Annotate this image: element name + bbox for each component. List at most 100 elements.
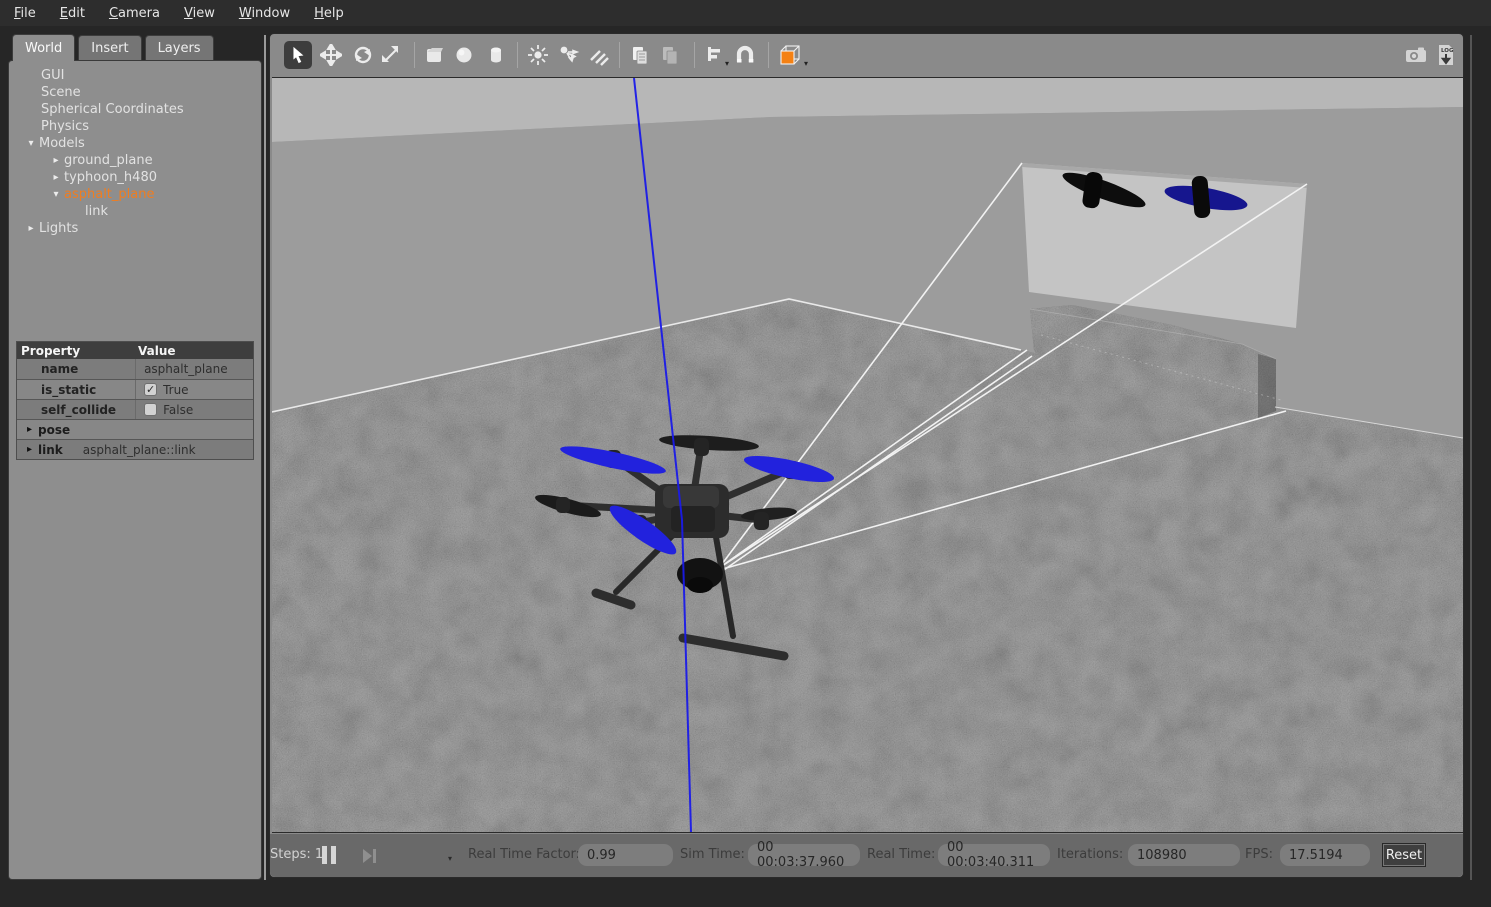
tool-point-light-button[interactable] xyxy=(524,41,552,69)
point-light-icon xyxy=(527,44,549,66)
render-toolbar: ▾ ▾ xyxy=(270,34,1463,77)
sim-time-label: Sim Time: xyxy=(680,847,745,862)
expander-icon-collapsed[interactable]: ▸ xyxy=(27,444,32,455)
directional-light-icon xyxy=(588,44,610,66)
tab-insert[interactable]: Insert xyxy=(78,35,141,60)
expander-icon-collapsed[interactable]: ▸ xyxy=(48,172,64,183)
tree-item-typhoon-h480[interactable]: ▸ typhoon_h480 xyxy=(11,169,259,186)
expander-icon-collapsed[interactable]: ▸ xyxy=(23,223,39,234)
sidebar-tabs: World Insert Layers xyxy=(12,35,214,61)
tree-item-scene[interactable]: Scene xyxy=(11,84,259,101)
steps-label[interactable]: Steps: 1 xyxy=(270,847,323,862)
checkbox-unchecked-icon[interactable] xyxy=(144,403,157,416)
property-row-pose[interactable]: ▸pose xyxy=(17,419,253,439)
tool-scale-button[interactable] xyxy=(377,41,405,69)
real-time-factor-label: Real Time Factor: xyxy=(468,847,580,862)
menu-window[interactable]: Window xyxy=(239,6,290,21)
reset-button[interactable]: Reset xyxy=(1382,843,1426,867)
panel-splitter[interactable] xyxy=(264,35,266,880)
scale-arrows-icon xyxy=(380,44,402,66)
render-panel: ▾ ▾ xyxy=(269,33,1464,878)
iterations-field[interactable]: 108980 xyxy=(1128,844,1240,866)
sim-time-field[interactable]: 00 00:03:37.960 xyxy=(748,844,860,866)
rotate-arrows-icon xyxy=(352,44,374,66)
property-table-header: Property Value xyxy=(17,342,253,359)
magnet-icon xyxy=(734,44,756,66)
expander-icon-collapsed[interactable]: ▸ xyxy=(48,155,64,166)
cursor-arrow-icon xyxy=(288,45,308,65)
view-angle-button[interactable]: ▾ xyxy=(776,41,804,69)
menu-view[interactable]: View xyxy=(184,6,215,21)
menu-file[interactable]: File xyxy=(14,6,36,21)
box-shape-icon xyxy=(423,44,445,66)
expander-icon-expanded[interactable]: ▾ xyxy=(23,138,39,149)
toolbar-separator xyxy=(517,42,518,68)
tool-select-button[interactable] xyxy=(284,41,312,69)
menu-bar: File Edit Camera View Window Help xyxy=(0,0,1491,26)
real-time-label: Real Time: xyxy=(867,847,935,862)
property-row-is-static[interactable]: is_static ✓True xyxy=(17,379,253,399)
toolbar-separator xyxy=(414,42,415,68)
real-time-factor-field[interactable]: 0.99 xyxy=(578,844,673,866)
asphalt-berm-face xyxy=(1258,354,1276,418)
tab-layers[interactable]: Layers xyxy=(145,35,214,60)
svg-text:LOG: LOG xyxy=(1441,48,1454,54)
tree-item-spherical-coordinates[interactable]: Spherical Coordinates xyxy=(11,101,259,118)
sphere-shape-icon xyxy=(453,44,475,66)
spot-light-icon xyxy=(558,44,580,66)
snap-button[interactable] xyxy=(731,41,759,69)
tree-item-lights[interactable]: ▸ Lights xyxy=(11,220,259,237)
menu-edit[interactable]: Edit xyxy=(60,6,85,21)
dropdown-caret-icon: ▾ xyxy=(725,59,729,68)
view-cube-icon xyxy=(778,43,802,67)
tree-item-gui[interactable]: GUI xyxy=(11,67,259,84)
camera-icon xyxy=(1404,43,1428,67)
tree-item-ground-plane[interactable]: ▸ ground_plane xyxy=(11,152,259,169)
scene-tree: GUI Scene Spherical Coordinates Physics … xyxy=(11,67,259,237)
3d-viewport[interactable] xyxy=(272,77,1463,833)
fps-label: FPS: xyxy=(1245,847,1273,862)
tool-translate-button[interactable] xyxy=(317,41,345,69)
world-panel: GUI Scene Spherical Coordinates Physics … xyxy=(8,60,262,880)
step-button[interactable] xyxy=(361,847,379,865)
dropdown-caret-icon: ▾ xyxy=(804,59,808,68)
window-right-edge xyxy=(1470,35,1472,880)
time-panel: Steps: 1 ▾ Real Time Factor: 0.99 Sim Ti… xyxy=(270,834,1463,877)
tab-world[interactable]: World xyxy=(12,34,75,61)
screenshot-button[interactable] xyxy=(1402,41,1430,69)
menu-help[interactable]: Help xyxy=(314,6,344,21)
real-time-field[interactable]: 00 00:03:40.311 xyxy=(938,844,1050,866)
checkbox-checked-icon[interactable]: ✓ xyxy=(144,383,157,396)
tool-directional-light-button[interactable] xyxy=(585,41,613,69)
align-icon xyxy=(703,44,725,66)
move-arrows-icon xyxy=(320,44,342,66)
tree-item-models[interactable]: ▾ Models xyxy=(11,135,259,152)
cylinder-shape-icon xyxy=(485,44,507,66)
tool-sphere-button[interactable] xyxy=(450,41,478,69)
copy-icon xyxy=(629,44,651,66)
menu-camera[interactable]: Camera xyxy=(109,6,160,21)
paste-icon xyxy=(659,44,681,66)
property-row-link[interactable]: ▸link asphalt_plane::link xyxy=(17,439,253,459)
log-record-button[interactable]: LOG xyxy=(1432,41,1460,69)
expander-icon-collapsed[interactable]: ▸ xyxy=(27,424,32,435)
tree-item-asphalt-plane[interactable]: ▾ asphalt_plane xyxy=(11,186,259,203)
paste-button[interactable] xyxy=(656,41,684,69)
align-button[interactable]: ▾ xyxy=(700,41,728,69)
expander-icon-expanded[interactable]: ▾ xyxy=(48,189,64,200)
scene-render xyxy=(272,78,1463,833)
copy-button[interactable] xyxy=(626,41,654,69)
tree-item-link[interactable]: link xyxy=(11,203,259,220)
fps-field[interactable]: 17.5194 xyxy=(1280,844,1370,866)
toolbar-separator xyxy=(619,42,620,68)
log-file-icon: LOG xyxy=(1434,43,1458,67)
tool-box-button[interactable] xyxy=(420,41,448,69)
tree-item-physics[interactable]: Physics xyxy=(11,118,259,135)
property-row-name[interactable]: name asphalt_plane xyxy=(17,359,253,379)
property-row-self-collide[interactable]: self_collide False xyxy=(17,399,253,419)
tool-rotate-button[interactable] xyxy=(349,41,377,69)
pause-button[interactable] xyxy=(322,846,338,864)
steps-dropdown-caret-icon[interactable]: ▾ xyxy=(448,854,452,863)
tool-cylinder-button[interactable] xyxy=(482,41,510,69)
tool-spot-light-button[interactable] xyxy=(555,41,583,69)
